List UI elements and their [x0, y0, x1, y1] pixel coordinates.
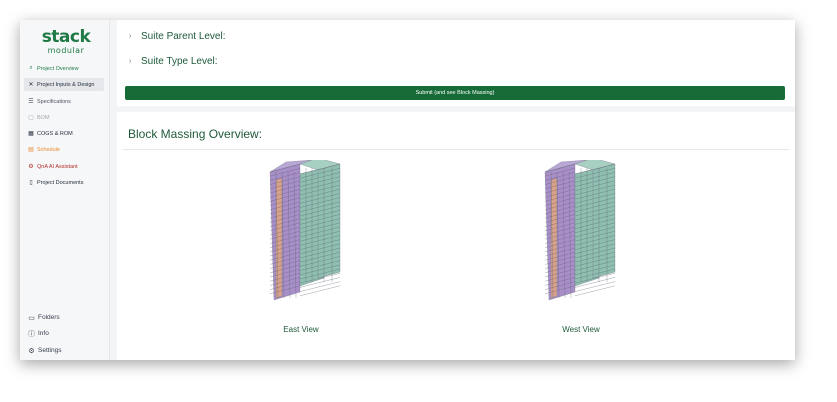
- west-view-label: West View: [562, 325, 600, 334]
- sidebar-bottom-label: Settings: [38, 347, 62, 354]
- floor-line: [574, 285, 616, 296]
- suite-parent-expander[interactable]: › Suite Parent Level:: [129, 31, 226, 42]
- list-icon: ☰: [28, 99, 34, 105]
- massing-face-left: [544, 163, 576, 301]
- gear-icon: ⚙: [28, 347, 35, 355]
- search-icon: ⌕: [29, 65, 33, 71]
- sidebar-item-label: Project Overview: [37, 65, 79, 72]
- folder-icon: ▭: [28, 314, 35, 322]
- sidebar-folders[interactable]: ▭ Folders: [28, 314, 60, 322]
- sidebar-item-project-documents[interactable]: ▯ Project Documents: [24, 176, 104, 189]
- sidebar-item-bom[interactable]: ▢ BOM: [24, 111, 104, 124]
- floor-line: [299, 285, 341, 296]
- sidebar-item-cogs-rom[interactable]: ▦ COGS & ROM: [24, 127, 104, 140]
- sidebar-item-label: COGS & ROM: [37, 130, 73, 137]
- sidebar-bottom-label: Info: [38, 330, 49, 337]
- logo-wordmark: stack: [41, 27, 91, 47]
- app-window: stack modular ⌕ Project Overview ✕ Proje…: [20, 20, 795, 360]
- submit-block-massing-button[interactable]: Submit (and see Block Massing): [125, 86, 785, 100]
- sidebar-bottom-label: Folders: [38, 314, 60, 321]
- sidebar-item-project-overview[interactable]: ⌕ Project Overview: [24, 62, 104, 75]
- sidebar-item-label: Project Documents: [37, 179, 84, 186]
- sidebar-item-label: Schedule: [37, 146, 60, 153]
- suite-levels-panel: › Suite Parent Level: › Suite Type Level…: [117, 20, 795, 106]
- doc-icon: ▢: [28, 115, 34, 121]
- tools-icon: ✕: [28, 82, 34, 88]
- logo-subtitle: modular: [47, 46, 85, 55]
- info-icon: ⓘ: [28, 330, 35, 338]
- east-massing-image: [269, 160, 341, 301]
- sidebar-info[interactable]: ⓘ Info: [28, 330, 49, 338]
- sidebar: stack modular ⌕ Project Overview ✕ Proje…: [20, 20, 110, 360]
- sidebar-item-label: Specifications: [37, 98, 71, 105]
- block-massing-panel: Block Massing Overview: East View West V…: [117, 112, 795, 360]
- file-icon: ▯: [29, 180, 33, 186]
- west-view-render: [537, 160, 637, 320]
- sidebar-item-label: Project Inputs & Design: [37, 81, 95, 88]
- ai-icon: ⚙: [28, 164, 34, 170]
- east-view-label: East View: [283, 325, 319, 334]
- logo[interactable]: stack modular: [36, 28, 96, 55]
- calculator-icon: ▦: [28, 131, 34, 137]
- west-massing-image: [544, 160, 616, 301]
- sidebar-item-specifications[interactable]: ☰ Specifications: [24, 95, 104, 108]
- massing-face-left: [269, 163, 301, 301]
- divider: [123, 149, 789, 150]
- suite-parent-label: Suite Parent Level:: [141, 31, 226, 42]
- sidebar-item-project-inputs[interactable]: ✕ Project Inputs & Design: [24, 78, 104, 91]
- main-content: › Suite Parent Level: › Suite Type Level…: [117, 20, 795, 360]
- suite-type-expander[interactable]: › Suite Type Level:: [129, 56, 218, 67]
- chevron-right-icon: ›: [129, 33, 132, 40]
- east-view-render: [262, 160, 362, 320]
- sidebar-item-schedule[interactable]: ▤ Schedule: [24, 143, 104, 156]
- chevron-right-icon: ›: [129, 58, 132, 65]
- section-title: Block Massing Overview:: [128, 127, 263, 141]
- calendar-icon: ▤: [28, 147, 34, 153]
- sidebar-settings[interactable]: ⚙ Settings: [28, 347, 62, 355]
- sidebar-item-qna-ai[interactable]: ⚙ QnA AI Assistant: [24, 160, 104, 173]
- sidebar-item-label: BOM: [37, 114, 50, 121]
- massing-face-right: [592, 163, 616, 279]
- sidebar-item-label: QnA AI Assistant: [37, 163, 78, 170]
- suite-type-label: Suite Type Level:: [141, 56, 218, 67]
- massing-face-right: [317, 163, 341, 279]
